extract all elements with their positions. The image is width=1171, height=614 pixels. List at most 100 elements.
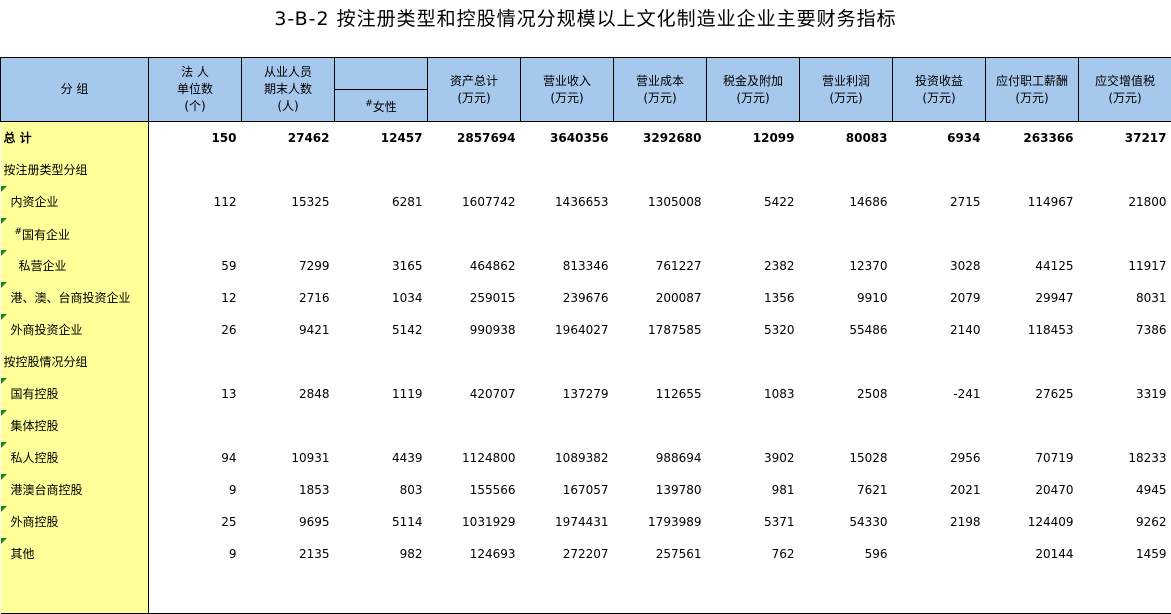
table-row-section: 按注册类型分组 (1, 154, 1171, 186)
cell (893, 218, 986, 250)
header-invest: 投资收益(万元) (893, 58, 986, 122)
header-revenue: 营业收入(万元) (521, 58, 614, 122)
cell: 12099 (707, 122, 800, 155)
table-row: 港、澳、台商投资企业 12 2716 1034 259015 239676 20… (1, 282, 1171, 314)
table-row: 外商投资企业 26 9421 5142 990938 1964027 17875… (1, 314, 1171, 346)
cell-marker (1, 474, 7, 480)
cell: 9421 (242, 314, 335, 346)
cell (893, 538, 986, 570)
table-row-section: 按控股情况分组 (1, 346, 1171, 378)
cell: 1853 (242, 474, 335, 506)
row-label: 私营企业 (1, 250, 149, 282)
cell: 14686 (800, 186, 893, 218)
cell (707, 410, 800, 442)
cell: 150 (149, 122, 242, 155)
cell: 5320 (707, 314, 800, 346)
table-row: 港澳台商控股 9 1853 803 155566 167057 139780 9… (1, 474, 1171, 506)
cell-marker (1, 250, 7, 256)
cell (428, 346, 521, 378)
cell: 272207 (521, 538, 614, 570)
cell: 80083 (800, 122, 893, 155)
cell: 420707 (428, 378, 521, 410)
cell: 2716 (242, 282, 335, 314)
table-row-total: 总 计 150 27462 12457 2857694 3640356 3292… (1, 122, 1171, 155)
cell: 124409 (986, 506, 1079, 538)
cell: 981 (707, 474, 800, 506)
cell (707, 346, 800, 378)
row-label: 港、澳、台商投资企业 (1, 282, 149, 314)
cell: 2079 (893, 282, 986, 314)
cell: 12 (149, 282, 242, 314)
cell: 139780 (614, 474, 707, 506)
row-label: 私人控股 (1, 442, 149, 474)
cell (521, 218, 614, 250)
cell: 239676 (521, 282, 614, 314)
cell: 1607742 (428, 186, 521, 218)
cell (521, 410, 614, 442)
cell: 20470 (986, 474, 1079, 506)
cell (335, 346, 428, 378)
cell (614, 410, 707, 442)
cell: 9 (149, 474, 242, 506)
page-title: 3-B-2 按注册类型和控股情况分规模以上文化制造业企业主要财务指标 (0, 4, 1171, 31)
cell (149, 346, 242, 378)
cell: 15325 (242, 186, 335, 218)
header-vat: 应交增值税(万元) (1079, 58, 1171, 122)
cell: 813346 (521, 250, 614, 282)
row-label: 国有控股 (1, 378, 149, 410)
row-label: 按注册类型分组 (1, 154, 149, 186)
cell: 1083 (707, 378, 800, 410)
cell: 2508 (800, 378, 893, 410)
cell (428, 570, 521, 614)
cell (428, 154, 521, 186)
cell: 124693 (428, 538, 521, 570)
cell (893, 570, 986, 614)
row-label: 按控股情况分组 (1, 346, 149, 378)
header-profit: 营业利润(万元) (800, 58, 893, 122)
cell: 1089382 (521, 442, 614, 474)
cell: 3640356 (521, 122, 614, 155)
cell (986, 410, 1079, 442)
cell (335, 154, 428, 186)
cell: 762 (707, 538, 800, 570)
cell: 54330 (800, 506, 893, 538)
cell: 59 (149, 250, 242, 282)
cell: 44125 (986, 250, 1079, 282)
cell: 4945 (1079, 474, 1171, 506)
cell-marker (1, 378, 7, 384)
cell: 5114 (335, 506, 428, 538)
cell: 118453 (986, 314, 1079, 346)
cell: 29947 (986, 282, 1079, 314)
cell: 2715 (893, 186, 986, 218)
header-payroll: 应付职工薪酬(万元) (986, 58, 1079, 122)
table-row-blank (1, 570, 1171, 614)
cell (986, 154, 1079, 186)
table-row: 内资企业 112 15325 6281 1607742 1436653 1305… (1, 186, 1171, 218)
table-row: 私人控股 94 10931 4439 1124800 1089382 98869… (1, 442, 1171, 474)
cell: 137279 (521, 378, 614, 410)
cell: 3028 (893, 250, 986, 282)
row-label: #国有企业 (1, 218, 149, 250)
header-legal-units: 法 人单位数(个) (149, 58, 242, 122)
cell (614, 154, 707, 186)
cell: 55486 (800, 314, 893, 346)
cell (893, 346, 986, 378)
cell-marker (1, 282, 7, 288)
cell: 990938 (428, 314, 521, 346)
cell: 2140 (893, 314, 986, 346)
cell: 2135 (242, 538, 335, 570)
cell: 27462 (242, 122, 335, 155)
cell: 9910 (800, 282, 893, 314)
cell: 1124800 (428, 442, 521, 474)
cell: 1459 (1079, 538, 1171, 570)
cell: 263366 (986, 122, 1079, 155)
cell: 9 (149, 538, 242, 570)
cell: 761227 (614, 250, 707, 282)
cell (521, 154, 614, 186)
cell (1079, 570, 1171, 614)
cell (149, 154, 242, 186)
cell (149, 570, 242, 614)
cell: 1034 (335, 282, 428, 314)
cell: 18233 (1079, 442, 1171, 474)
cell: 3902 (707, 442, 800, 474)
